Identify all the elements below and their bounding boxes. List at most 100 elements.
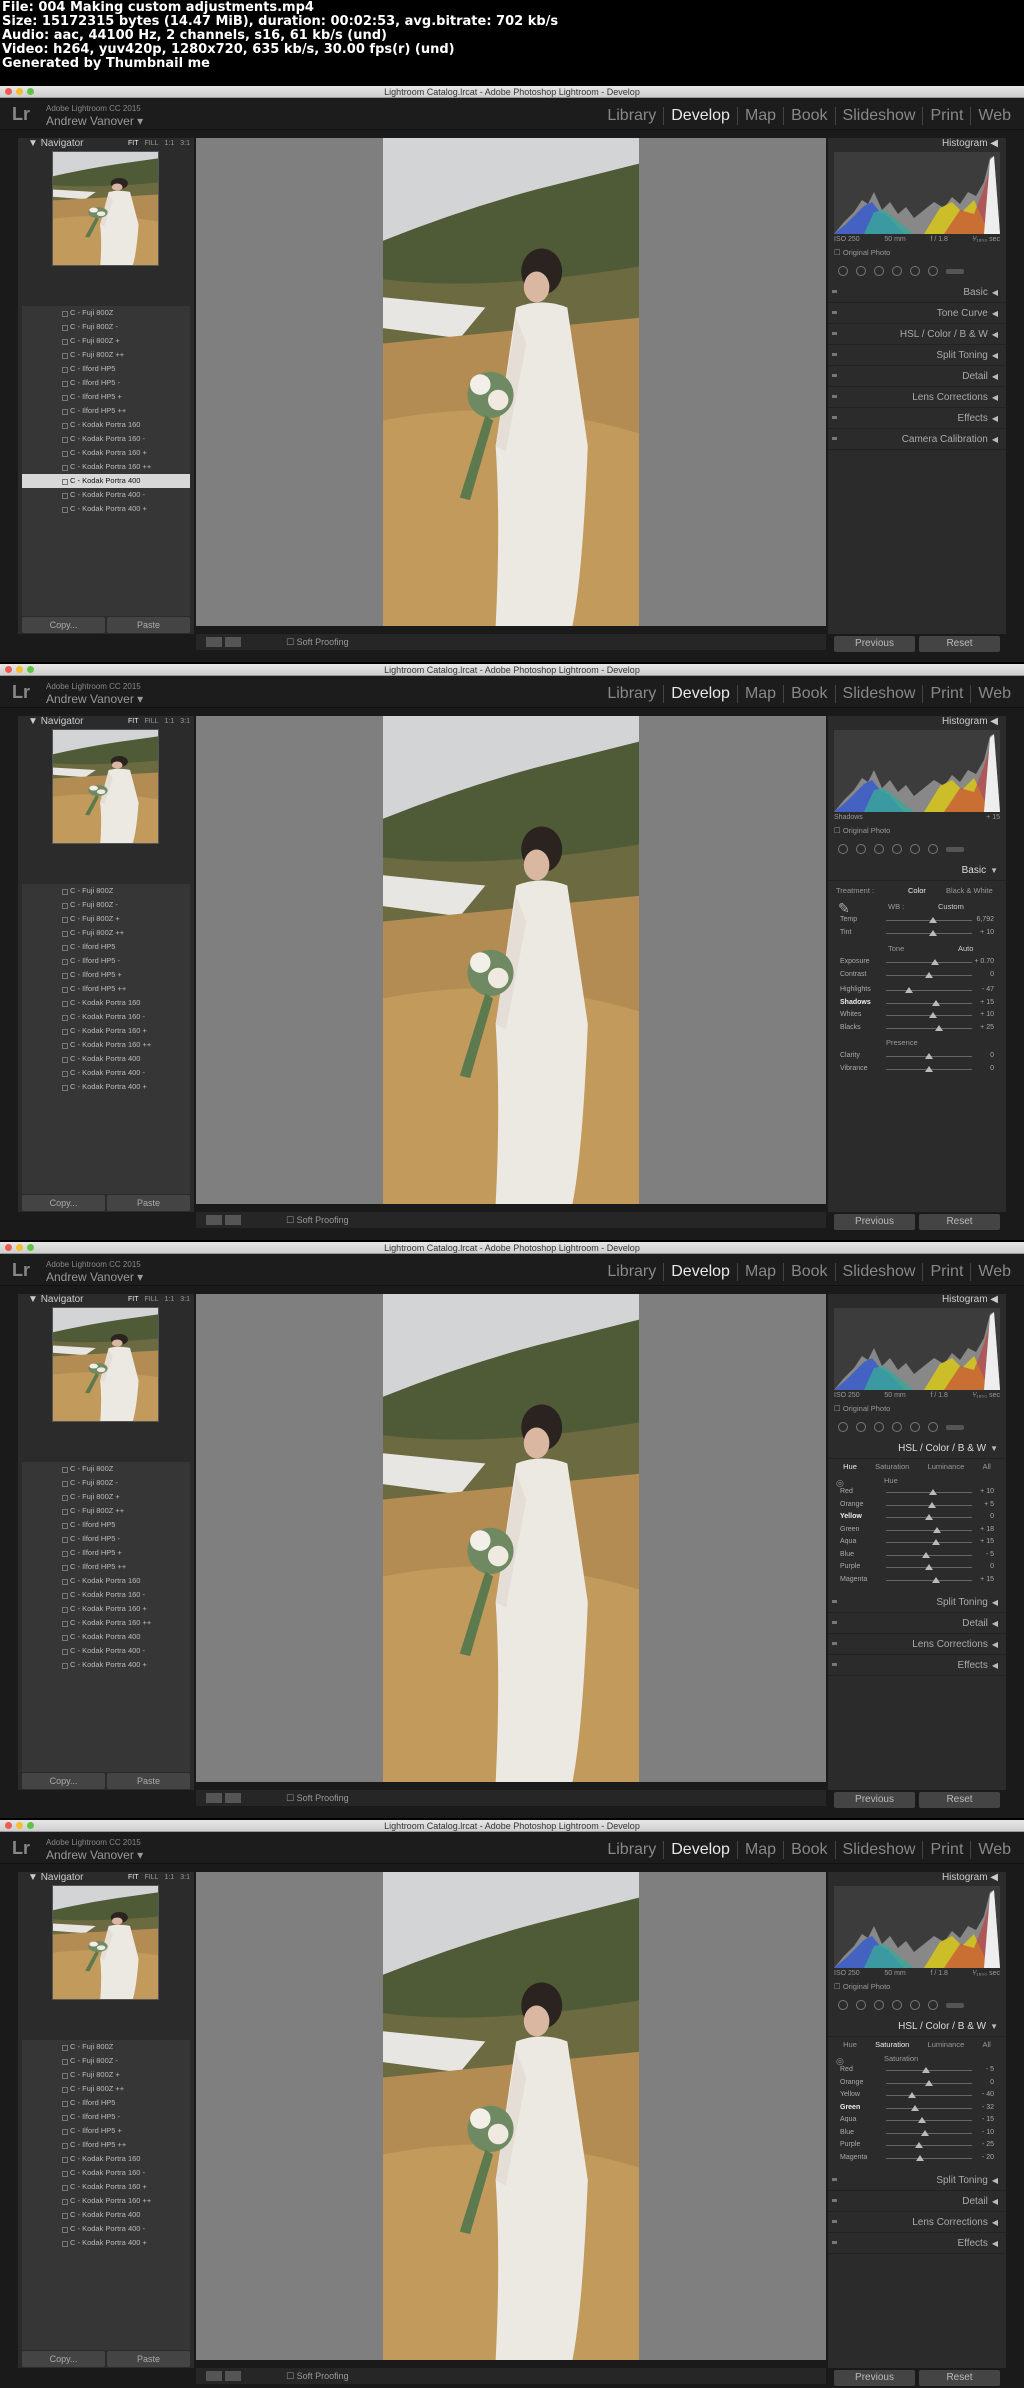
- slider-track[interactable]: [886, 2107, 972, 2109]
- module-book[interactable]: Book: [784, 1263, 836, 1281]
- image-canvas[interactable]: [196, 138, 826, 626]
- slider-value[interactable]: - 15: [974, 2114, 994, 2127]
- navigator-preview[interactable]: [52, 151, 159, 266]
- slider-row[interactable]: Green + 18: [834, 1524, 1000, 1537]
- reset-button[interactable]: Reset: [919, 1214, 1000, 1230]
- paste-button[interactable]: Paste: [107, 1773, 190, 1789]
- slider-row[interactable]: Magenta + 15: [834, 1574, 1000, 1587]
- section-header[interactable]: Effects ◀: [828, 408, 1006, 429]
- preset-item[interactable]: C - Kodak Portra 160: [22, 2152, 190, 2166]
- slider-knob[interactable]: [932, 1526, 941, 1533]
- slider-row[interactable]: Vibrance 0: [834, 1063, 1000, 1076]
- graduated-filter-icon[interactable]: [892, 2000, 902, 2010]
- slider-knob[interactable]: [925, 1065, 933, 1072]
- navigator-preview[interactable]: [52, 1885, 159, 2000]
- slider-knob[interactable]: [929, 1489, 938, 1495]
- module-library[interactable]: Library: [600, 685, 665, 703]
- slider-value[interactable]: 0: [974, 1063, 994, 1076]
- slider-value[interactable]: + 10: [974, 1009, 994, 1022]
- toggle-switch-icon[interactable]: [832, 353, 837, 356]
- preset-item[interactable]: C - Ilford HP5 ++: [22, 404, 190, 418]
- zoom-level-option[interactable]: FIT: [128, 1296, 139, 1303]
- module-slideshow[interactable]: Slideshow: [836, 685, 924, 703]
- user-name[interactable]: Andrew Vanover ▾: [46, 692, 143, 706]
- slider-row[interactable]: Orange + 5: [834, 1499, 1000, 1512]
- slider-knob[interactable]: [925, 2079, 933, 2086]
- toggle-switch-icon[interactable]: [832, 2178, 837, 2181]
- slider-track[interactable]: [886, 2120, 972, 2121]
- module-book[interactable]: Book: [784, 685, 836, 703]
- section-header[interactable]: Split Toning ◀: [828, 345, 1006, 366]
- soft-proofing-checkbox[interactable]: ☐ Soft Proofing: [286, 2368, 349, 2384]
- slider-knob[interactable]: [931, 999, 940, 1006]
- slider-knob[interactable]: [925, 971, 933, 978]
- preset-item[interactable]: C - Fuji 800Z ++: [22, 926, 190, 940]
- slider-value[interactable]: 0: [974, 1511, 994, 1524]
- module-map[interactable]: Map: [738, 1263, 785, 1281]
- preset-item[interactable]: C - Ilford HP5 +: [22, 1546, 190, 1560]
- slider-row[interactable]: Aqua + 15: [834, 1536, 1000, 1549]
- module-develop[interactable]: Develop: [664, 1841, 738, 1859]
- preset-item[interactable]: C - Ilford HP5: [22, 362, 190, 376]
- slider-value[interactable]: - 25: [974, 2139, 994, 2152]
- slider-row[interactable]: Aqua - 15: [834, 2114, 1000, 2127]
- preset-item[interactable]: C - Fuji 800Z +: [22, 1490, 190, 1504]
- preset-item[interactable]: C - Fuji 800Z -: [22, 320, 190, 334]
- preset-item[interactable]: C - Fuji 800Z: [22, 1462, 190, 1476]
- preset-item[interactable]: C - Kodak Portra 160 ++: [22, 1616, 190, 1630]
- spot-removal-icon[interactable]: [856, 2000, 866, 2010]
- preset-item[interactable]: C - Ilford HP5 -: [22, 954, 190, 968]
- reset-button[interactable]: Reset: [919, 2370, 1000, 2386]
- copy-button[interactable]: Copy...: [22, 2351, 105, 2367]
- slider-row[interactable]: Red - 5: [834, 2064, 1000, 2077]
- slider-knob[interactable]: [935, 1024, 944, 1031]
- original-photo-checkbox[interactable]: ☐ Original Photo: [834, 248, 890, 257]
- brush-icon[interactable]: [928, 266, 938, 276]
- graduated-filter-icon[interactable]: [892, 266, 902, 276]
- paste-button[interactable]: Paste: [107, 2351, 190, 2367]
- module-web[interactable]: Web: [971, 685, 1018, 703]
- preset-item[interactable]: C - Kodak Portra 400 -: [22, 1644, 190, 1658]
- radial-filter-icon[interactable]: [910, 266, 920, 276]
- slider-value[interactable]: 0: [974, 969, 994, 982]
- preset-item[interactable]: C - Kodak Portra 160 -: [22, 432, 190, 446]
- histogram-header[interactable]: Histogram ◀: [828, 1872, 1006, 1884]
- slider-row[interactable]: Yellow - 40: [834, 2089, 1000, 2102]
- slider-value[interactable]: - 32: [974, 2102, 994, 2115]
- module-web[interactable]: Web: [971, 1263, 1018, 1281]
- red-eye-icon[interactable]: [874, 2000, 884, 2010]
- slider-knob[interactable]: [918, 2117, 927, 2123]
- navigator-header[interactable]: ▼ Navigator FIT FILL 1:1 3:1: [18, 716, 194, 728]
- toggle-switch-icon[interactable]: [832, 374, 837, 377]
- module-library[interactable]: Library: [600, 107, 665, 125]
- navigator-preview[interactable]: [52, 1307, 159, 1422]
- slider-knob[interactable]: [929, 929, 938, 936]
- preset-item[interactable]: C - Fuji 800Z +: [22, 334, 190, 348]
- slider-value[interactable]: - 5: [974, 1549, 994, 1562]
- slider-value[interactable]: 0: [974, 2077, 994, 2090]
- zoom-level-option[interactable]: FILL: [145, 1296, 159, 1303]
- slider-row[interactable]: Purple 0: [834, 1561, 1000, 1574]
- preset-item[interactable]: C - Kodak Portra 160 -: [22, 1010, 190, 1024]
- toggle-switch-icon[interactable]: [832, 416, 837, 419]
- soft-proofing-checkbox[interactable]: ☐ Soft Proofing: [286, 1212, 349, 1228]
- hsl-tab[interactable]: Saturation: [875, 2040, 909, 2049]
- preset-item[interactable]: C - Kodak Portra 400 +: [22, 1080, 190, 1094]
- slider-row[interactable]: Blue - 10: [834, 2127, 1000, 2140]
- slider-track[interactable]: [886, 1529, 972, 1531]
- toggle-switch-icon[interactable]: [832, 2199, 837, 2202]
- slider-track[interactable]: [886, 1579, 972, 1581]
- preset-item[interactable]: C - Ilford HP5 +: [22, 2124, 190, 2138]
- zoom-level-option[interactable]: FIT: [128, 140, 139, 147]
- preset-item[interactable]: C - Fuji 800Z +: [22, 2068, 190, 2082]
- slider-row[interactable]: Red + 10: [834, 1486, 1000, 1499]
- loupe-view-icon[interactable]: [206, 1215, 222, 1225]
- slider-value[interactable]: + 10: [974, 927, 994, 940]
- zoom-level-option[interactable]: 3:1: [180, 1296, 190, 1303]
- graduated-filter-icon[interactable]: [892, 844, 902, 854]
- module-map[interactable]: Map: [738, 1841, 785, 1859]
- tool-toggle-icon[interactable]: [946, 2002, 964, 2008]
- section-header[interactable]: Split Toning ◀: [828, 2170, 1006, 2191]
- image-canvas[interactable]: [196, 716, 826, 1204]
- slider-row[interactable]: Shadows + 15: [834, 997, 1000, 1010]
